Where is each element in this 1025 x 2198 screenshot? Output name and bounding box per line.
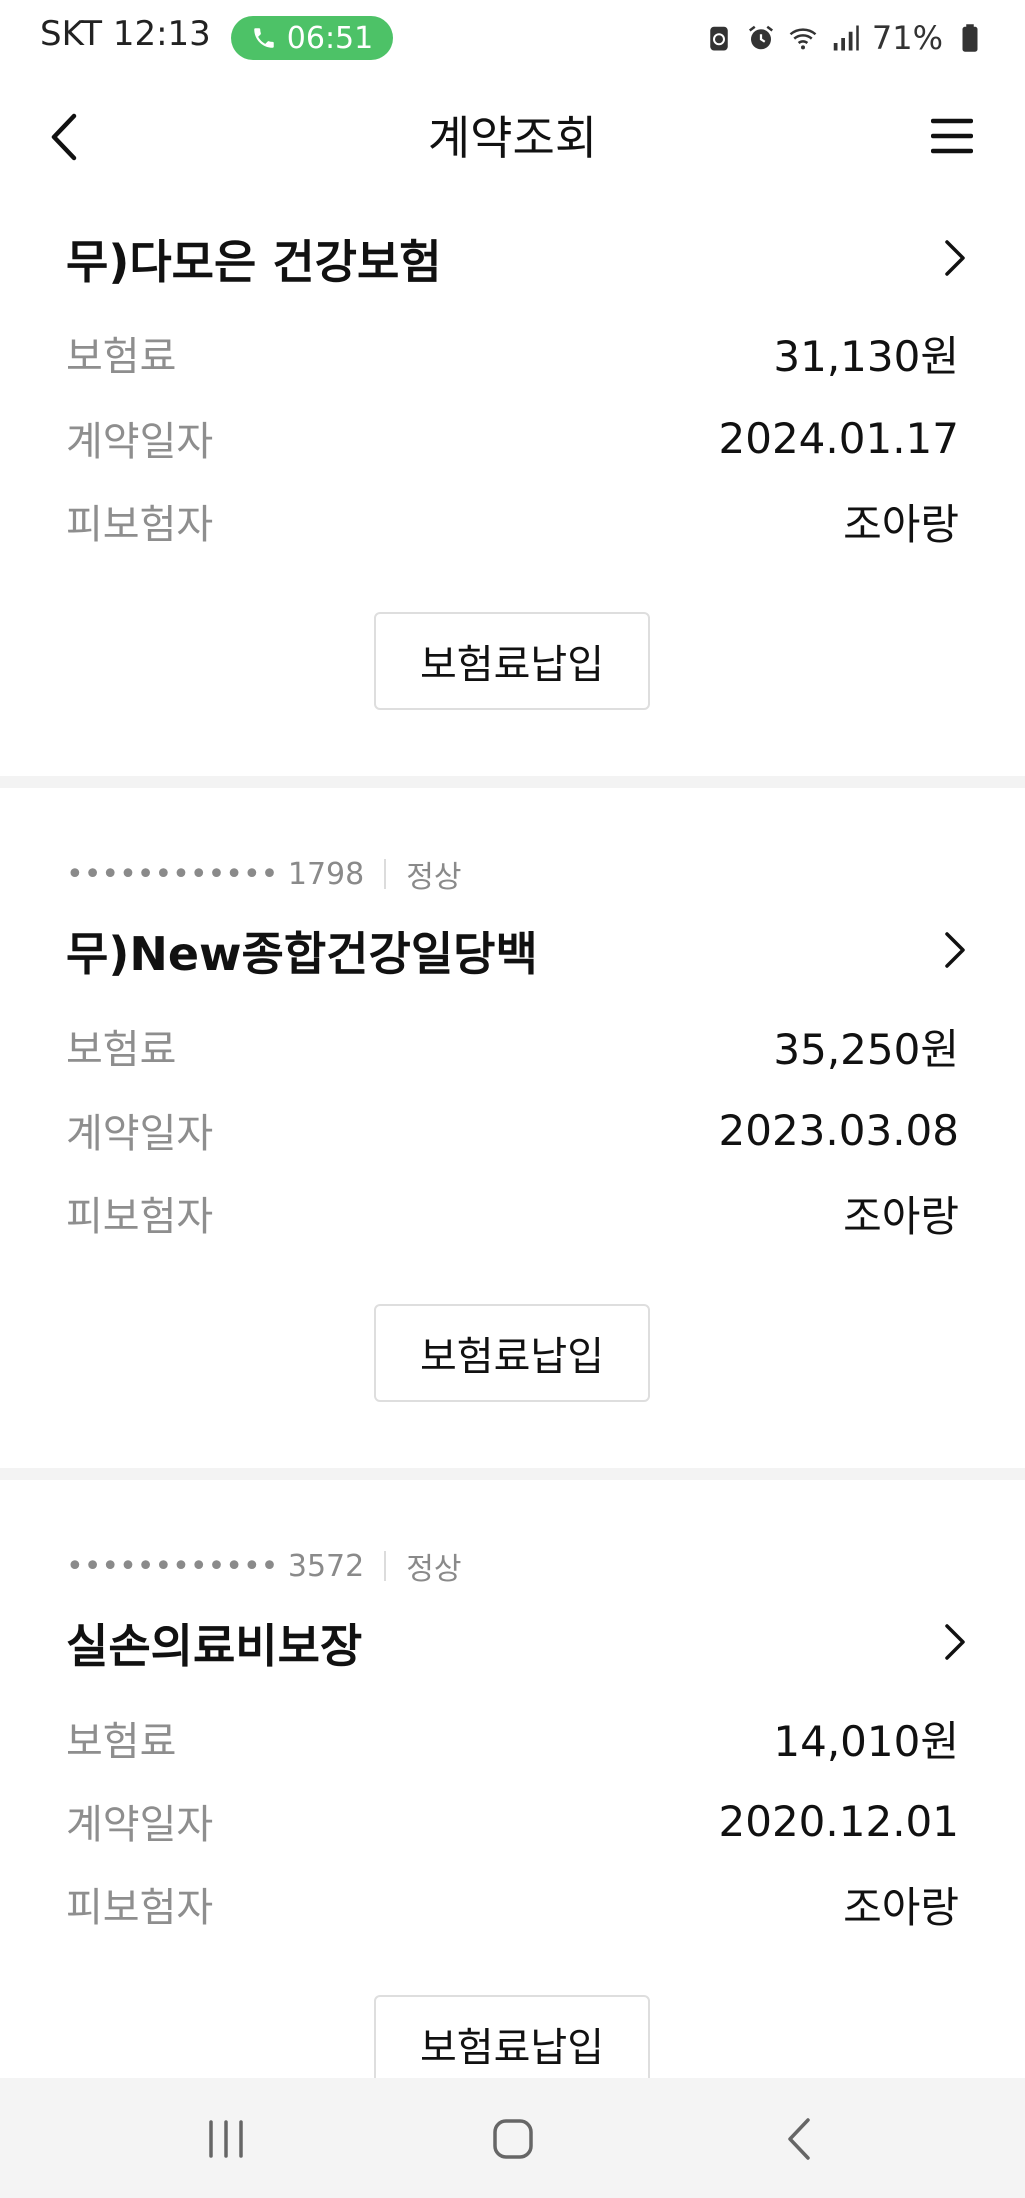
contract-date-row: 계약일자 2020.12.01: [66, 1793, 959, 1849]
contract-date-value: 2023.03.08: [718, 1105, 959, 1155]
status-bar: SKT 12:13 06:51 71%: [0, 0, 1025, 76]
masked-contract-number: •••••••••••• 1798: [66, 856, 365, 892]
premium-label: 보험료: [66, 1719, 177, 1765]
contract-date-label: 계약일자: [66, 419, 214, 465]
premium-value: 31,130원: [773, 331, 959, 381]
battery-saver-icon: [710, 26, 728, 51]
insured-label: 피보험자: [66, 502, 214, 548]
insured-label: 피보험자: [66, 1194, 214, 1240]
insured-row: 피보험자 조아랑: [66, 493, 959, 549]
battery-percent: 71%: [871, 19, 943, 57]
chevron-right-icon[interactable]: [943, 1622, 967, 1662]
meta-separator: [384, 1551, 387, 1581]
section-divider: [0, 1468, 1025, 1480]
chevron-right-icon[interactable]: [943, 930, 967, 970]
contract-meta: •••••••••••• 3572 정상: [66, 1544, 461, 1588]
contract-status: 정상: [406, 1552, 462, 1587]
page-title: 계약조회: [427, 111, 598, 165]
contract-date-value: 2024.01.17: [718, 413, 959, 463]
app-header: 계약조회: [0, 86, 1025, 186]
nav-back-icon[interactable]: [776, 2114, 826, 2164]
premium-row: 보험료 35,250원: [66, 1018, 959, 1074]
insured-value: 조아랑: [843, 1882, 959, 1932]
contract-date-row: 계약일자 2023.03.08: [66, 1102, 959, 1158]
product-name[interactable]: 무)다모은 건강보험: [66, 226, 442, 292]
alarm-icon: [748, 25, 773, 50]
call-timer: 06:51: [286, 20, 374, 56]
home-icon[interactable]: [488, 2114, 538, 2164]
battery-icon: [962, 24, 978, 52]
pay-premium-button[interactable]: 보험료납입: [374, 1304, 650, 1402]
pay-premium-button[interactable]: 보험료납입: [374, 612, 650, 710]
premium-value: 35,250원: [773, 1024, 959, 1074]
insured-row: 피보험자 조아랑: [66, 1876, 959, 1932]
section-divider: [0, 776, 1025, 788]
carrier-time: SKT 12:13: [40, 14, 211, 54]
meta-separator: [384, 859, 387, 889]
masked-contract-number: •••••••••••• 3572: [66, 1548, 365, 1584]
contract-date-value: 2020.12.01: [718, 1796, 959, 1846]
insured-label: 피보험자: [66, 1885, 214, 1931]
premium-row: 보험료 14,010원: [66, 1710, 959, 1766]
contract-date-row: 계약일자 2024.01.17: [66, 410, 959, 466]
recent-apps-icon[interactable]: [201, 2114, 251, 2164]
phone-icon: [254, 28, 274, 48]
premium-label: 보험료: [66, 1027, 177, 1073]
premium-label: 보험료: [66, 334, 177, 380]
contract-date-label: 계약일자: [66, 1111, 214, 1157]
contract-status: 정상: [406, 860, 462, 895]
chevron-right-icon[interactable]: [943, 238, 967, 278]
insured-value: 조아랑: [843, 499, 959, 549]
insured-row: 피보험자 조아랑: [66, 1185, 959, 1241]
product-name[interactable]: 무)New종합건강일당백: [66, 918, 538, 984]
premium-value: 14,010원: [773, 1716, 959, 1766]
hamburger-menu-icon[interactable]: [931, 116, 973, 156]
system-nav-bar: [0, 2078, 1025, 2198]
contract-date-label: 계약일자: [66, 1802, 214, 1848]
product-name[interactable]: 실손의료비보장: [66, 1610, 362, 1676]
ongoing-call-pill[interactable]: 06:51: [231, 16, 393, 60]
premium-row: 보험료 31,130원: [66, 325, 959, 381]
signal-icon: [833, 25, 859, 51]
wifi-icon: [789, 28, 817, 50]
insured-value: 조아랑: [843, 1191, 959, 1241]
status-icons: 71%: [704, 16, 985, 60]
contract-meta: •••••••••••• 1798 정상: [66, 852, 461, 896]
